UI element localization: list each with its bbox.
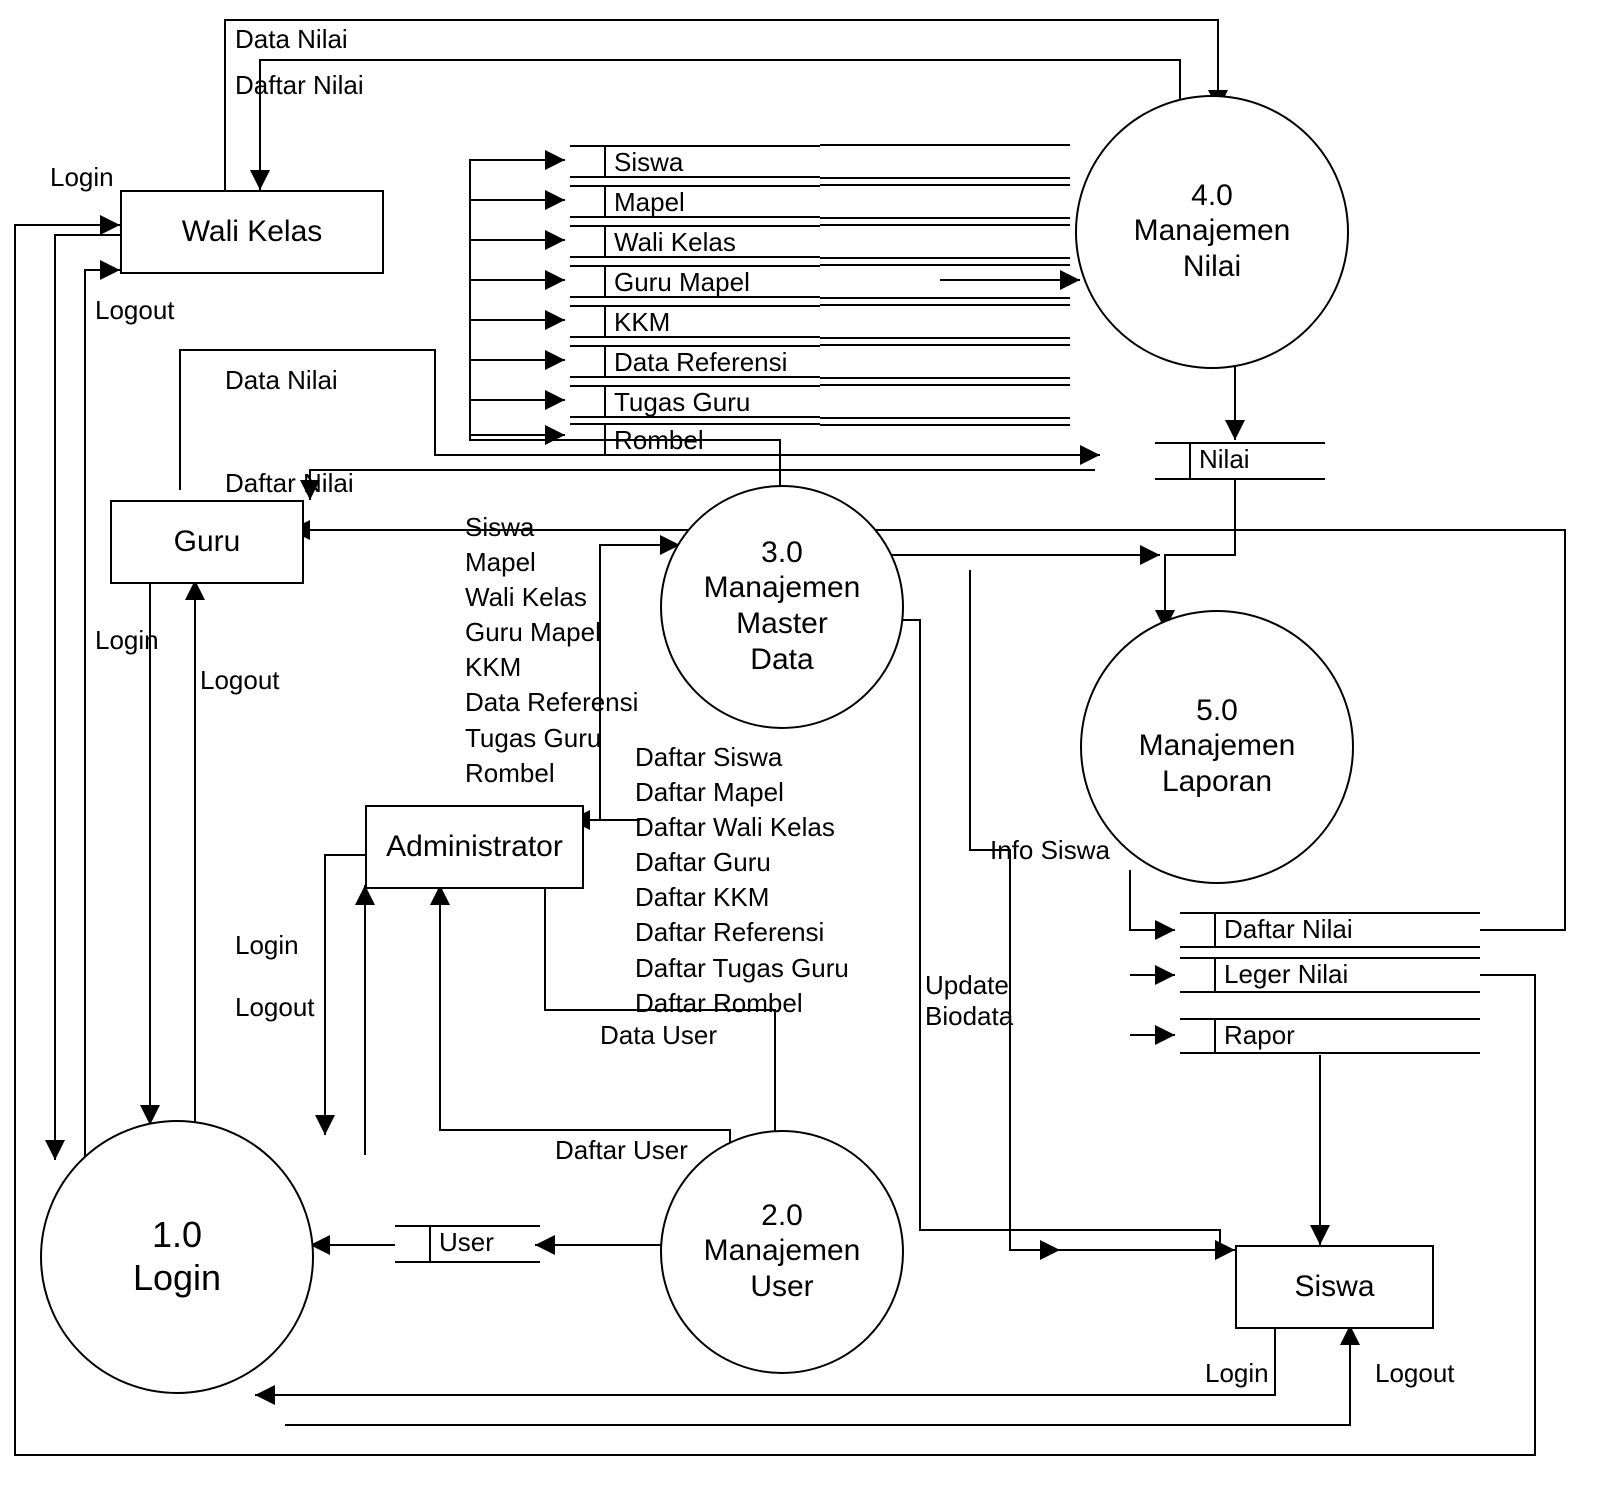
store-leger-nilai: Leger Nilai <box>1180 957 1480 993</box>
process-manajemen-nilai: 4.0 Manajemen Nilai <box>1075 95 1349 369</box>
process-number: 4.0 <box>1191 179 1233 213</box>
flow-label-list-input: Siswa Mapel Wali Kelas Guru Mapel KKM Da… <box>465 510 638 791</box>
flow-label: Update Biodata <box>925 970 1013 1032</box>
process-manajemen-laporan: 5.0 Manajemen Laporan <box>1080 610 1354 884</box>
store-label: Wali Kelas <box>614 227 736 258</box>
flow-label: Logout <box>95 295 175 326</box>
entity-label: Wali Kelas <box>182 215 323 249</box>
process-number: 2.0 <box>761 1199 803 1233</box>
store-mapel: Mapel <box>570 185 820 218</box>
store-label: KKM <box>614 307 670 338</box>
store-label: Rombel <box>614 425 704 456</box>
flow-label: Logout <box>235 992 315 1023</box>
store-kkm: KKM <box>570 305 820 338</box>
store-guru-mapel: Guru Mapel <box>570 265 820 298</box>
store-tugas-guru: Tugas Guru <box>570 385 820 418</box>
flow-label: Data Nilai <box>225 365 338 396</box>
store-daftar-nilai: Daftar Nilai <box>1180 912 1480 948</box>
process-name: Manajemen Master Data <box>704 570 861 678</box>
flow-label: Info Siswa <box>990 835 1110 866</box>
store-label: Siswa <box>614 147 683 178</box>
process-number: 5.0 <box>1196 694 1238 728</box>
store-label: Leger Nilai <box>1224 959 1348 990</box>
flow-label: Logout <box>1375 1358 1455 1389</box>
store-label: Guru Mapel <box>614 267 750 298</box>
store-user: User <box>395 1225 540 1263</box>
store-label: Rapor <box>1224 1020 1295 1051</box>
store-siswa: Siswa <box>570 145 820 178</box>
flow-label: Daftar Nilai <box>225 468 354 499</box>
flow-label: Logout <box>200 665 280 696</box>
store-label: Mapel <box>614 187 685 218</box>
store-label: Nilai <box>1199 444 1250 475</box>
flow-label-list-output: Daftar Siswa Daftar Mapel Daftar Wali Ke… <box>635 740 849 1021</box>
process-name: Login <box>133 1256 221 1299</box>
process-name: Manajemen Nilai <box>1134 213 1291 285</box>
process-number: 3.0 <box>761 536 803 570</box>
entity-wali-kelas: Wali Kelas <box>120 190 384 274</box>
flow-label: Data User <box>600 1020 717 1051</box>
flow-label: Daftar Nilai <box>235 70 364 101</box>
flow-label: Login <box>95 625 159 656</box>
store-nilai: Nilai <box>1155 442 1325 480</box>
store-rapor: Rapor <box>1180 1018 1480 1054</box>
process-name: Manajemen Laporan <box>1139 728 1296 800</box>
process-manajemen-user: 2.0 Manajemen User <box>660 1130 904 1374</box>
process-name: Manajemen User <box>704 1233 861 1305</box>
flow-label: Login <box>1205 1358 1269 1389</box>
flow-label: Login <box>235 930 299 961</box>
process-number: 1.0 <box>152 1214 202 1256</box>
flow-label: Daftar User <box>555 1135 688 1166</box>
entity-label: Administrator <box>386 830 563 864</box>
entity-siswa: Siswa <box>1235 1245 1434 1329</box>
process-login: 1.0 Login <box>40 1120 314 1394</box>
store-label: Daftar Nilai <box>1224 914 1353 945</box>
store-label: Data Referensi <box>614 347 787 378</box>
store-label: User <box>439 1227 494 1258</box>
store-label: Tugas Guru <box>614 387 750 418</box>
entity-label: Siswa <box>1294 1270 1374 1304</box>
flow-label: Data Nilai <box>235 24 348 55</box>
store-rombel: Rombel <box>570 423 820 456</box>
entity-guru: Guru <box>110 500 304 584</box>
process-manajemen-master-data: 3.0 Manajemen Master Data <box>660 485 904 729</box>
flow-label: Login <box>50 162 114 193</box>
store-data-referensi: Data Referensi <box>570 345 820 378</box>
entity-label: Guru <box>174 525 241 559</box>
store-wali-kelas: Wali Kelas <box>570 225 820 258</box>
entity-administrator: Administrator <box>365 805 584 889</box>
